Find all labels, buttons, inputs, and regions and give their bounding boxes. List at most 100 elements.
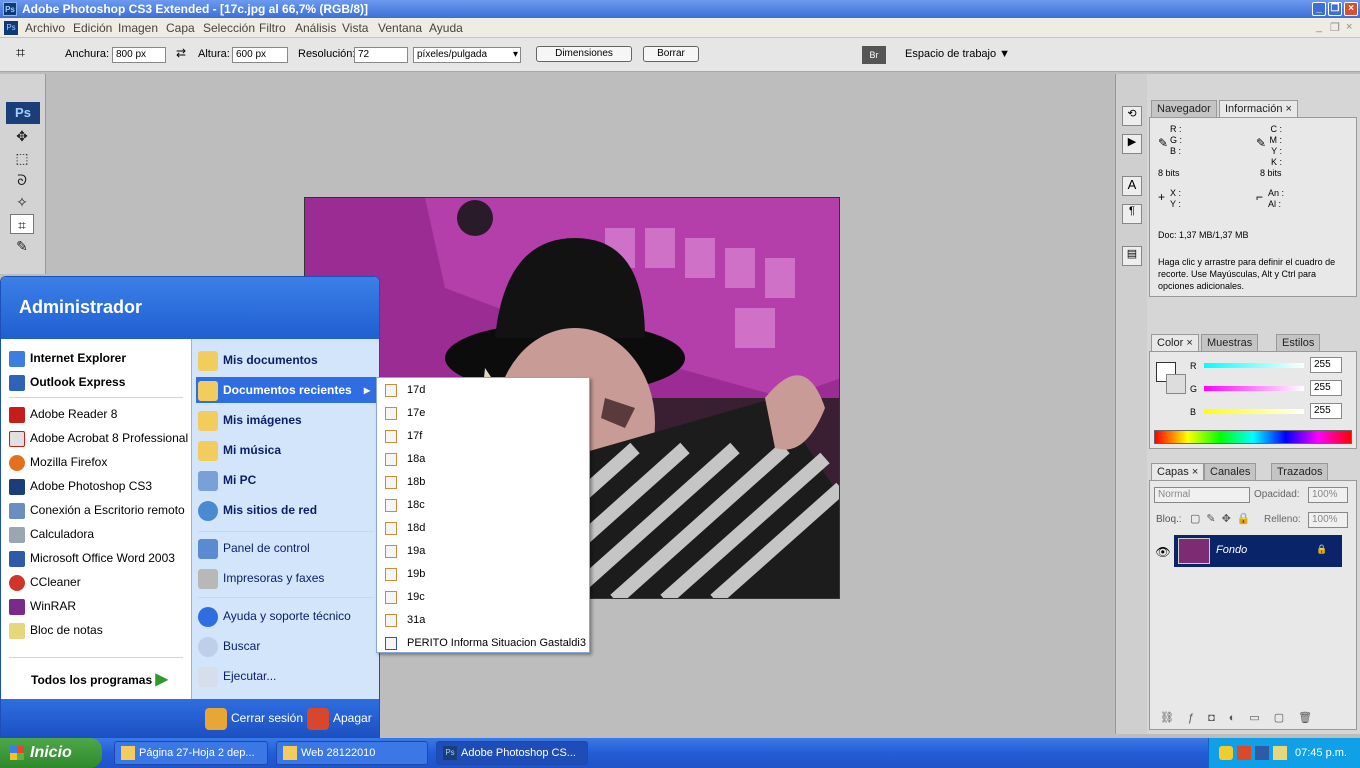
notes-icon[interactable]: ▤: [1122, 246, 1142, 266]
doc-close-button[interactable]: ×: [1346, 21, 1352, 33]
item-mis-imagenes[interactable]: Mis imágenes: [198, 407, 302, 433]
g-value[interactable]: 255: [1310, 380, 1342, 396]
menu-filtro[interactable]: Filtro: [259, 21, 286, 35]
menu-imagen[interactable]: Imagen: [118, 21, 158, 35]
recent-word[interactable]: Microsoft Office Word 2003: [9, 547, 175, 569]
recent-doc-item[interactable]: 31a: [385, 609, 425, 632]
color-spectrum[interactable]: [1154, 430, 1352, 444]
tab-navegador[interactable]: Navegador: [1151, 100, 1217, 117]
minimize-button[interactable]: _: [1312, 2, 1326, 16]
recent-photoshop[interactable]: Adobe Photoshop CS3: [9, 475, 152, 497]
item-ejecutar[interactable]: Ejecutar...: [198, 663, 276, 689]
dimensions-button[interactable]: Dimensiones: [536, 46, 632, 62]
recent-doc-item[interactable]: PERITO Informa Situacion Gastaldi3: [385, 632, 586, 655]
pinned-internet-explorer[interactable]: Internet Explorer: [9, 347, 126, 369]
tab-color[interactable]: Color ×: [1151, 334, 1199, 351]
recent-doc-item[interactable]: 17f: [385, 425, 422, 448]
layer-row[interactable]: Fondo 🔒: [1174, 535, 1342, 567]
crop-tool-icon[interactable]: ⌗: [16, 45, 25, 63]
clock[interactable]: 07:45 p.m.: [1295, 738, 1347, 768]
workspace-menu[interactable]: Espacio de trabajo ▼: [905, 48, 1010, 60]
layer-footer-icons[interactable]: ⛓ƒ◘◐▭▢🗑: [1160, 711, 1326, 724]
recent-notepad[interactable]: Bloc de notas: [9, 619, 103, 641]
menu-ventana[interactable]: Ventana: [378, 21, 422, 35]
recent-doc-item[interactable]: 17d: [385, 379, 425, 402]
tab-muestras[interactable]: Muestras: [1201, 334, 1259, 351]
recent-doc-item[interactable]: 19b: [385, 563, 425, 586]
paragraph-icon[interactable]: ¶: [1122, 204, 1142, 224]
item-mi-musica[interactable]: Mi música: [198, 437, 281, 463]
tray-app-icon[interactable]: [1237, 746, 1251, 760]
security-shield-icon[interactable]: [1219, 746, 1233, 760]
recent-doc-item[interactable]: 19c: [385, 586, 425, 609]
tab-informacion[interactable]: Información ×: [1219, 100, 1298, 117]
task-button-pagina[interactable]: Página 27-Hoja 2 dep...: [114, 741, 268, 765]
r-slider[interactable]: [1204, 363, 1304, 368]
recent-remote-desktop[interactable]: Conexión a Escritorio remoto: [9, 499, 185, 521]
blend-mode-select[interactable]: Normal: [1154, 487, 1250, 503]
b-slider[interactable]: [1204, 409, 1304, 414]
tab-capas[interactable]: Capas ×: [1151, 463, 1205, 480]
fill-field[interactable]: 100%: [1308, 512, 1348, 528]
recent-acrobat[interactable]: Adobe Acrobat 8 Professional: [9, 427, 188, 449]
lasso-tool-icon[interactable]: ᘐ: [10, 170, 34, 190]
restore-button[interactable]: ❐: [1328, 2, 1342, 16]
pinned-outlook-express[interactable]: Outlook Express: [9, 371, 125, 393]
lock-icons[interactable]: ▢✎✥🔒: [1190, 512, 1257, 525]
doc-minimize-button[interactable]: _: [1316, 21, 1322, 33]
recent-doc-item[interactable]: 19a: [385, 540, 425, 563]
recent-adobe-reader[interactable]: Adobe Reader 8: [9, 403, 117, 425]
task-button-web[interactable]: Web 28122010: [276, 741, 428, 765]
shutdown-button[interactable]: Apagar: [307, 707, 372, 730]
recent-doc-item[interactable]: 17e: [385, 402, 425, 425]
logoff-button[interactable]: Cerrar sesión: [205, 707, 303, 730]
menu-edicion[interactable]: Edición: [73, 21, 112, 35]
doc-restore-button[interactable]: ❐: [1330, 21, 1340, 34]
recent-winrar[interactable]: WinRAR: [9, 595, 76, 617]
background-swatch[interactable]: [1166, 374, 1186, 394]
item-impresoras[interactable]: Impresoras y faxes: [198, 565, 324, 591]
tab-estilos[interactable]: Estilos: [1276, 334, 1321, 351]
close-button[interactable]: ×: [1344, 2, 1358, 16]
move-tool-icon[interactable]: ✥: [10, 126, 34, 146]
r-value[interactable]: 255: [1310, 357, 1342, 373]
volume-tray-icon[interactable]: [1273, 746, 1287, 760]
item-mis-sitios-de-red[interactable]: Mis sitios de red: [198, 497, 317, 523]
opacity-field[interactable]: 100%: [1308, 487, 1348, 503]
recent-calculator[interactable]: Calculadora: [9, 523, 94, 545]
recent-doc-item[interactable]: 18d: [385, 517, 425, 540]
marquee-tool-icon[interactable]: ⬚: [10, 148, 34, 168]
height-field[interactable]: 600 px: [232, 47, 288, 63]
item-panel-de-control[interactable]: Panel de control: [198, 535, 310, 561]
eyedropper-icon[interactable]: ✎: [10, 236, 34, 256]
task-button-photoshop[interactable]: Ps Adobe Photoshop CS...: [436, 741, 588, 765]
swap-icon[interactable]: ⇄: [176, 46, 186, 60]
clear-button[interactable]: Borrar: [643, 46, 699, 62]
menu-capa[interactable]: Capa: [166, 21, 195, 35]
b-value[interactable]: 255: [1310, 403, 1342, 419]
magic-wand-icon[interactable]: ✧: [10, 192, 34, 212]
resolution-unit-select[interactable]: píxeles/pulgada ▾: [413, 47, 521, 63]
resolution-field[interactable]: 72: [354, 47, 408, 63]
character-icon[interactable]: A: [1122, 176, 1142, 196]
bridge-icon[interactable]: Br: [862, 46, 886, 64]
network-tray-icon[interactable]: [1255, 746, 1269, 760]
tab-canales[interactable]: Canales: [1204, 463, 1257, 480]
item-mis-documentos[interactable]: Mis documentos: [198, 347, 318, 373]
menu-vista[interactable]: Vista: [342, 21, 368, 35]
all-programs-button[interactable]: Todos los programas ▶: [31, 669, 168, 691]
menu-analisis[interactable]: Análisis: [295, 21, 336, 35]
width-field[interactable]: 800 px: [112, 47, 166, 63]
item-buscar[interactable]: Buscar: [198, 633, 260, 659]
menu-ayuda[interactable]: Ayuda: [429, 21, 463, 35]
recent-doc-item[interactable]: 18b: [385, 471, 425, 494]
tab-trazados[interactable]: Trazados: [1271, 463, 1329, 480]
start-button[interactable]: Inicio: [0, 738, 102, 768]
actions-icon[interactable]: ▶: [1122, 134, 1142, 154]
item-documentos-recientes[interactable]: Documentos recientes ▸: [196, 377, 376, 403]
eye-icon[interactable]: 👁: [1152, 537, 1174, 567]
recent-firefox[interactable]: Mozilla Firefox: [9, 451, 107, 473]
recent-doc-item[interactable]: 18c: [385, 494, 425, 517]
recent-doc-item[interactable]: 18a: [385, 448, 425, 471]
item-ayuda[interactable]: Ayuda y soporte técnico: [198, 603, 351, 629]
